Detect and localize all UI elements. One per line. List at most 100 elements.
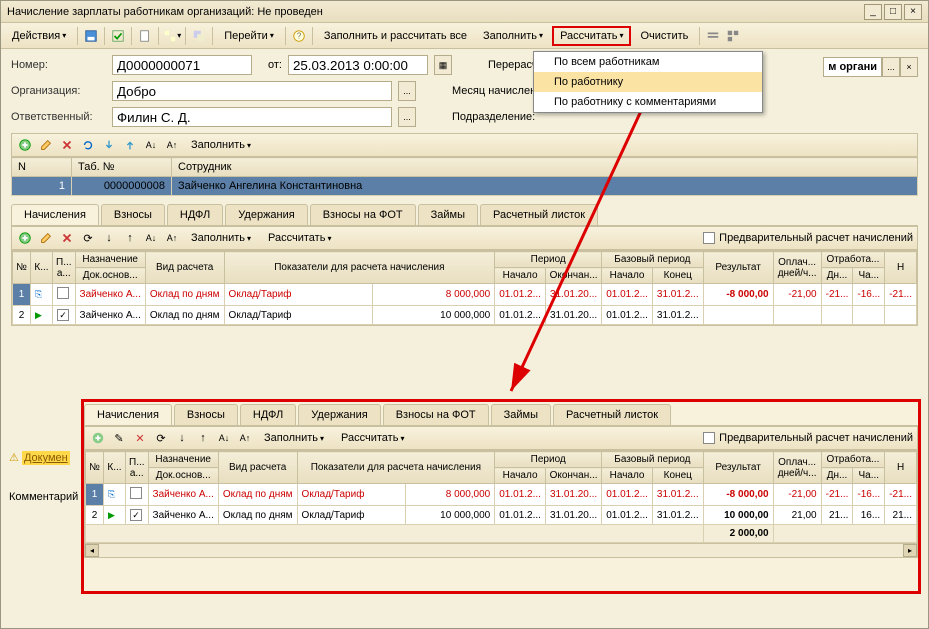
post-icon[interactable] [109, 27, 127, 45]
gh-doc[interactable]: Док.основ... [75, 268, 145, 284]
tab-ndfl[interactable]: НДФЛ [167, 204, 223, 225]
b-down-icon[interactable]: ↓ [173, 429, 191, 447]
close-button[interactable]: × [904, 4, 922, 20]
grid-up-icon[interactable]: ↑ [121, 229, 139, 247]
help-icon[interactable]: ? [290, 27, 308, 45]
grid-icon-1[interactable] [704, 27, 722, 45]
date-field[interactable] [288, 55, 428, 75]
b-refresh-icon[interactable]: ⟳ [152, 429, 170, 447]
btab-fot[interactable]: Взносы на ФОТ [383, 404, 489, 425]
scroll-right-icon[interactable]: ▸ [903, 544, 917, 557]
grid-down-icon[interactable]: ↓ [100, 229, 118, 247]
b-calc-menu[interactable]: Рассчитать▾ [334, 429, 411, 447]
grid-icon-2[interactable] [724, 27, 742, 45]
movedown-icon[interactable] [100, 136, 118, 154]
btab-ndfl[interactable]: НДФЛ [240, 404, 296, 425]
prelim-checkbox[interactable]: Предварительный расчет начислений [703, 232, 913, 244]
maximize-button[interactable]: □ [884, 4, 902, 20]
bottom-row[interactable]: 2 ▶ ✓ Зайченко А... Оклад по дням Оклад/… [86, 506, 917, 525]
grid-calc-menu[interactable]: Рассчитать▾ [261, 229, 338, 247]
grid-add-icon[interactable] [16, 229, 34, 247]
row-checkbox[interactable] [57, 287, 69, 299]
gh-base[interactable]: Базовый период [602, 252, 703, 268]
tab-contributions[interactable]: Взносы [101, 204, 165, 225]
cascade-icon[interactable] [190, 27, 208, 45]
grid-sortdesc-icon[interactable]: A↑ [163, 229, 181, 247]
gh-worked[interactable]: Отработа... [821, 252, 885, 268]
org-field[interactable] [112, 81, 392, 101]
gh-p[interactable]: П... а... [53, 252, 76, 284]
gh-vid[interactable]: Вид расчета [145, 252, 224, 284]
side-docs-link[interactable]: ⚠ Докумен [9, 451, 70, 464]
grid-delete-icon[interactable] [58, 229, 76, 247]
b-prelim-checkbox[interactable]: Предварительный расчет начислений [703, 432, 913, 444]
gh-pend[interactable]: Окончан... [545, 268, 601, 284]
fill-menu[interactable]: Заполнить▾ [476, 27, 550, 45]
delete-icon[interactable] [58, 136, 76, 154]
clear-button[interactable]: Очистить [633, 27, 695, 45]
grid-refresh-icon[interactable]: ⟳ [79, 229, 97, 247]
btab-deduct[interactable]: Удержания [298, 404, 380, 425]
grid-sortasc-icon[interactable]: A↓ [142, 229, 160, 247]
org-badge-dots[interactable]: ... [882, 57, 900, 77]
col-tab[interactable]: Таб. № [72, 158, 172, 177]
tab-loans[interactable]: Займы [418, 204, 478, 225]
grid-edit-icon[interactable] [37, 229, 55, 247]
tab-accruals[interactable]: Начисления [11, 204, 99, 225]
tab-payslip[interactable]: Расчетный листок [480, 204, 598, 225]
horizontal-scrollbar[interactable]: ◂ ▸ [85, 543, 917, 557]
org-select-button[interactable]: ... [398, 81, 416, 101]
resp-select-button[interactable]: ... [398, 107, 416, 127]
scroll-left-icon[interactable]: ◂ [85, 544, 99, 557]
btab-loans[interactable]: Займы [491, 404, 551, 425]
tab-deductions[interactable]: Удержания [225, 204, 307, 225]
b-delete-icon[interactable]: ✕ [131, 429, 149, 447]
gh-bend[interactable]: Конец [652, 268, 703, 284]
b-add-icon[interactable] [89, 429, 107, 447]
save-icon[interactable] [82, 27, 100, 45]
sort-asc-icon[interactable]: A↓ [142, 136, 160, 154]
employee-row[interactable]: 1 0000000008 Зайченко Ангелина Константи… [12, 177, 918, 196]
goto-menu[interactable]: Перейти▾ [217, 27, 281, 45]
struct-icon[interactable]: ▾ [163, 27, 181, 45]
col-employee[interactable]: Сотрудник [172, 158, 918, 177]
resp-field[interactable] [112, 107, 392, 127]
gh-nn[interactable]: Н [885, 252, 917, 284]
gh-bstart[interactable]: Начало [602, 268, 653, 284]
gh-dn[interactable]: Дн... [821, 268, 853, 284]
fill-employees-menu[interactable]: Заполнить▾ [184, 136, 258, 154]
gh-period[interactable]: Период [495, 252, 602, 268]
b-sortdesc-icon[interactable]: A↑ [236, 429, 254, 447]
menu-by-employee-comments[interactable]: По работнику с комментариями [534, 92, 762, 112]
row-checkbox[interactable]: ✓ [57, 309, 69, 321]
menu-all-employees[interactable]: По всем работникам [534, 52, 762, 72]
gh-ch[interactable]: Ча... [853, 268, 885, 284]
gh-pstart[interactable]: Начало [495, 268, 546, 284]
btab-accruals[interactable]: Начисления [84, 404, 172, 425]
bottom-row[interactable]: 1 ⎘ Зайченко А... Оклад по дням Оклад/Та… [86, 484, 917, 506]
b-up-icon[interactable]: ↑ [194, 429, 212, 447]
menu-by-employee[interactable]: По работнику [534, 72, 762, 92]
edit-icon[interactable] [37, 136, 55, 154]
doc-icon[interactable] [136, 27, 154, 45]
gh-result[interactable]: Результат [703, 252, 773, 284]
minimize-button[interactable]: _ [864, 4, 882, 20]
gh-paid[interactable]: Оплач... дней/ч... [773, 252, 821, 284]
btab-contrib[interactable]: Взносы [174, 404, 238, 425]
b-edit-icon[interactable]: ✎ [110, 429, 128, 447]
gh-indicators[interactable]: Показатели для расчета начисления [224, 252, 495, 284]
fill-calc-all-button[interactable]: Заполнить и рассчитать все [317, 27, 474, 45]
btab-payslip[interactable]: Расчетный листок [553, 404, 671, 425]
b-fill-menu[interactable]: Заполнить▾ [257, 429, 331, 447]
date-picker-icon[interactable]: ▦ [434, 55, 452, 75]
org-badge-close[interactable]: × [900, 57, 918, 77]
b-sortasc-icon[interactable]: A↓ [215, 429, 233, 447]
calculate-menu[interactable]: Рассчитать▾ [552, 26, 631, 46]
gh-naz[interactable]: Назначение [75, 252, 145, 268]
number-field[interactable] [112, 55, 252, 75]
moveup-icon[interactable] [121, 136, 139, 154]
tab-fot[interactable]: Взносы на ФОТ [310, 204, 416, 225]
grid-fill-menu[interactable]: Заполнить▾ [184, 229, 258, 247]
add-icon[interactable] [16, 136, 34, 154]
refresh-icon[interactable] [79, 136, 97, 154]
